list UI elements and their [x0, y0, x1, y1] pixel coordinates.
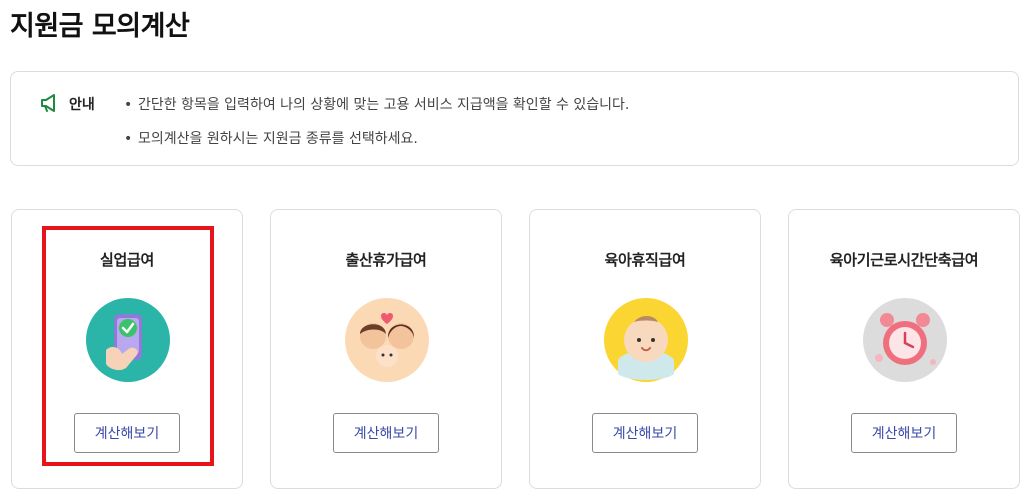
bullet: •	[124, 97, 133, 113]
selection-highlight	[42, 226, 214, 466]
alarm-clock-icon	[863, 298, 947, 382]
card-maternity-leave-benefit: 출산휴가급여 계산해보기	[270, 209, 502, 489]
notice-line-text: 간단한 항목을 입력하여 나의 상황에 맞는 고용 서비스 지급액을 확인할 수…	[138, 97, 630, 113]
calculate-button[interactable]: 계산해보기	[592, 413, 698, 453]
notice-line-text: 모의계산을 원하시는 지원금 종류를 선택하세요.	[138, 131, 418, 147]
notice-line: • 간단한 항목을 입력하여 나의 상황에 맞는 고용 서비스 지급액을 확인할 …	[124, 94, 629, 114]
card-title: 출산휴가급여	[345, 251, 427, 269]
card-title: 육아휴직급여	[604, 251, 686, 269]
notice-label: 안내	[69, 97, 95, 113]
notice-box: 안내 • 간단한 항목을 입력하여 나의 상황에 맞는 고용 서비스 지급액을 확…	[10, 71, 1019, 166]
notice-line: • 모의계산을 원하시는 지원금 종류를 선택하세요.	[124, 128, 418, 148]
bullet: •	[124, 131, 133, 147]
card-reduced-working-hours-benefit: 육아기근로시간단축급여 계산해보기	[788, 209, 1020, 489]
calculate-button[interactable]: 계산해보기	[851, 413, 957, 453]
calculate-button[interactable]: 계산해보기	[333, 413, 439, 453]
card-title: 육아기근로시간단축급여	[829, 251, 979, 269]
baby-face-icon	[604, 298, 688, 382]
megaphone-icon	[39, 92, 61, 114]
page-title: 지원금 모의계산	[10, 11, 190, 42]
parents-baby-icon	[345, 298, 429, 382]
card-parental-leave-benefit: 육아휴직급여 계산해보기	[529, 209, 761, 489]
